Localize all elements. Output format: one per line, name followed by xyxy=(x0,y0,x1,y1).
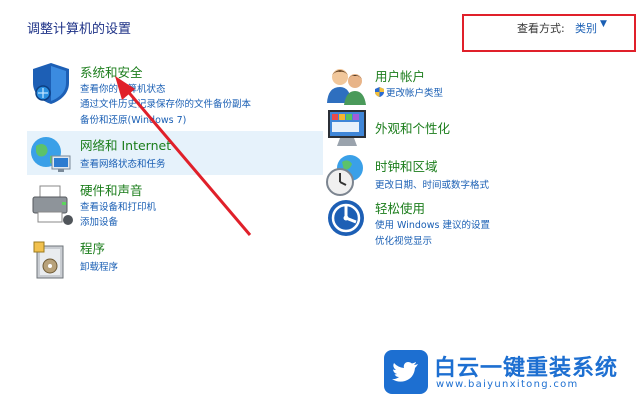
annotation-arrow xyxy=(115,76,252,236)
watermark-logo xyxy=(384,350,428,398)
watermark-url: www.baiyunxitong.com xyxy=(436,379,579,390)
twitter-bird-icon xyxy=(384,350,428,394)
watermark-brand: 白云一键重装系统 xyxy=(434,356,619,381)
